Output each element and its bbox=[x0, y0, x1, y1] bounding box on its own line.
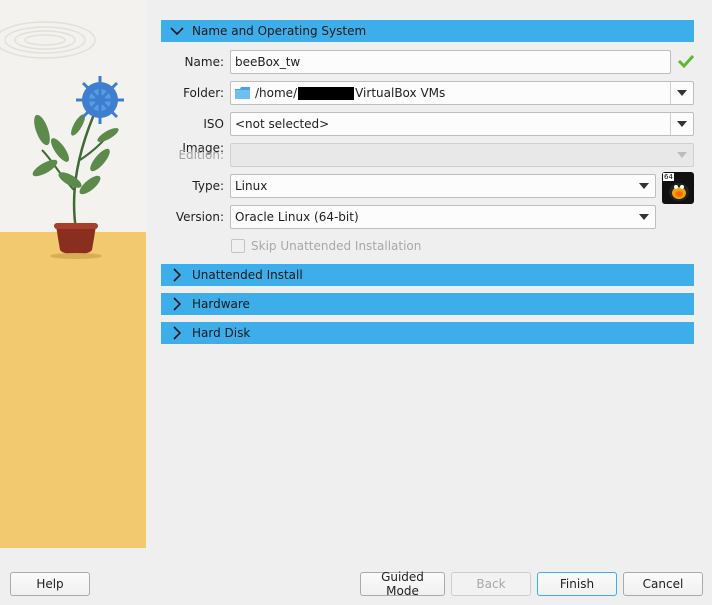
os-type-icon: 64 bbox=[662, 172, 694, 204]
wizard-illustration bbox=[0, 0, 146, 548]
folder-icon bbox=[235, 87, 250, 99]
guided-mode-button[interactable]: Guided Mode bbox=[360, 570, 445, 598]
skip-unattended-checkbox[interactable]: Skip Unattended Installation bbox=[231, 239, 421, 253]
chevron-right-icon bbox=[169, 267, 185, 283]
cancel-button[interactable]: Cancel bbox=[623, 572, 703, 596]
folder-label: Folder: bbox=[183, 86, 224, 100]
iso-image-select[interactable]: <not selected> bbox=[230, 112, 694, 136]
iso-label: ISO Image: bbox=[182, 117, 224, 155]
chevron-down-icon bbox=[633, 175, 655, 197]
name-label: Name: bbox=[184, 55, 224, 69]
section-title: Name and Operating System bbox=[192, 24, 367, 38]
version-value: Oracle Linux (64-bit) bbox=[235, 210, 359, 224]
iso-value: <not selected> bbox=[235, 117, 330, 131]
chevron-down-icon[interactable] bbox=[670, 113, 693, 135]
chevron-down-icon bbox=[169, 23, 185, 39]
checkbox-box bbox=[231, 239, 245, 253]
chevron-right-icon bbox=[169, 325, 185, 341]
section-title: Unattended Install bbox=[192, 268, 303, 282]
type-value: Linux bbox=[235, 179, 268, 193]
edition-select bbox=[230, 143, 694, 167]
section-title: Hardware bbox=[192, 297, 250, 311]
dialog-footer: Help Guided Mode Back Finish Cancel bbox=[0, 560, 712, 605]
type-label: Type: bbox=[192, 179, 224, 193]
name-input[interactable]: beeBox_tw bbox=[230, 50, 671, 74]
valid-check-icon bbox=[677, 52, 695, 70]
section-title: Hard Disk bbox=[192, 326, 251, 340]
help-button[interactable]: Help bbox=[10, 572, 90, 596]
section-hard-disk-header[interactable]: Hard Disk bbox=[161, 322, 694, 344]
edition-label: Edition: bbox=[178, 148, 224, 162]
chevron-down-icon[interactable] bbox=[670, 82, 693, 104]
chevron-down-icon bbox=[633, 206, 655, 228]
version-select[interactable]: Oracle Linux (64-bit) bbox=[230, 205, 656, 229]
skip-unattended-label: Skip Unattended Installation bbox=[251, 239, 422, 253]
finish-button[interactable]: Finish bbox=[537, 572, 617, 596]
section-hardware-header[interactable]: Hardware bbox=[161, 293, 694, 315]
redacted-block bbox=[298, 87, 355, 100]
back-button[interactable]: Back bbox=[451, 572, 531, 596]
section-unattended-header[interactable]: Unattended Install bbox=[161, 264, 694, 286]
folder-select[interactable]: /home/VirtualBox VMs bbox=[230, 81, 694, 105]
section-name-os-header[interactable]: Name and Operating System bbox=[161, 20, 694, 42]
name-value: beeBox_tw bbox=[235, 55, 301, 69]
os-badge: 64 bbox=[663, 173, 674, 181]
type-select[interactable]: Linux bbox=[230, 174, 656, 198]
version-label: Version: bbox=[175, 210, 224, 224]
folder-path: /home/VirtualBox VMs bbox=[255, 86, 446, 100]
chevron-right-icon bbox=[169, 296, 185, 312]
wizard-content: Name and Operating System Name: beeBox_t… bbox=[161, 0, 695, 560]
chevron-down-icon bbox=[671, 144, 693, 166]
